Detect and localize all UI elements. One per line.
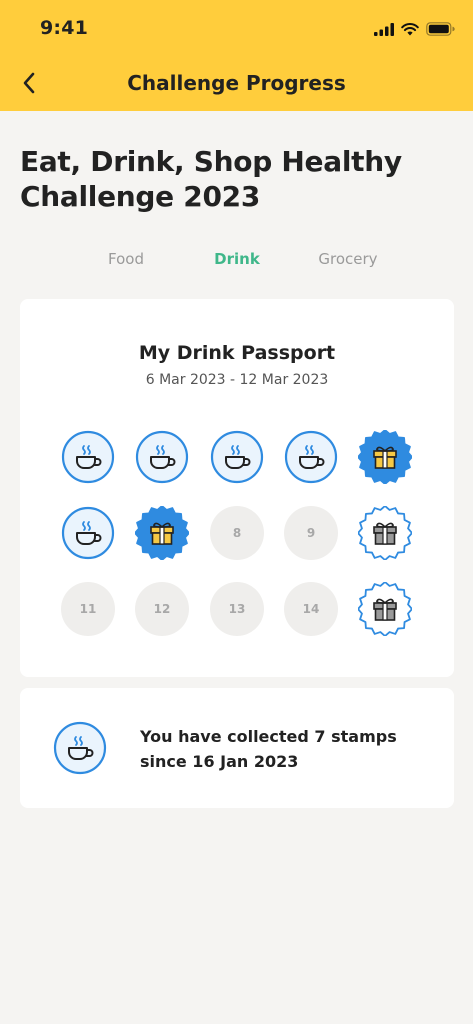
signal-icon: [374, 22, 394, 36]
nav-title: Challenge Progress: [127, 71, 346, 95]
passport-date-range: 6 Mar 2023 - 12 Mar 2023: [145, 372, 329, 388]
stamp-number: 12: [153, 602, 171, 616]
status-time: 9:41: [40, 17, 89, 39]
passport-title: My Drink Passport: [138, 342, 336, 364]
tab-drink[interactable]: Drink: [182, 250, 292, 268]
header-bar: 9:41 Challenge Progress: [0, 0, 473, 111]
empty-stamp-slot: 8: [210, 506, 264, 560]
gift-locked-icon: [358, 506, 412, 560]
wifi-icon: [401, 22, 419, 35]
cup-stamp-icon: [135, 430, 189, 484]
tab-food[interactable]: Food: [71, 250, 181, 268]
empty-stamp-slot: 13: [210, 582, 264, 636]
stamp-summary-card: You have collected 7 stamps since 16 Jan…: [20, 688, 454, 808]
cup-stamp-icon: [53, 721, 107, 775]
stamp-number: 14: [302, 602, 320, 616]
gift-earned-icon: [135, 506, 189, 560]
empty-stamp-slot: 9: [284, 506, 338, 560]
empty-stamp-slot: 11: [61, 582, 115, 636]
cup-stamp-icon: [284, 430, 338, 484]
stamp-number: 9: [306, 526, 316, 540]
page-title: Eat, Drink, Shop Healthy Challenge 2023: [20, 145, 402, 213]
stamp-summary-text: You have collected 7 stamps since 16 Jan…: [140, 727, 397, 771]
gift-earned-icon: [358, 430, 412, 484]
stamp-number: 13: [228, 602, 246, 616]
cup-stamp-icon: [210, 430, 264, 484]
gift-locked-icon: [358, 582, 412, 636]
status-icons: [374, 20, 455, 38]
stamp-number: 8: [232, 526, 242, 540]
cup-stamp-icon: [61, 506, 115, 560]
stamp-number: 11: [79, 602, 97, 616]
nav-bar: Challenge Progress: [0, 58, 473, 108]
empty-stamp-slot: 14: [284, 582, 338, 636]
tab-bar: Food Drink Grocery: [0, 250, 473, 274]
tab-grocery[interactable]: Grocery: [293, 250, 403, 268]
drink-passport-card: My Drink Passport 6 Mar 2023 - 12 Mar 20…: [20, 299, 454, 677]
status-bar: 9:41: [0, 0, 473, 56]
battery-icon: [426, 22, 455, 36]
cup-stamp-icon: [61, 430, 115, 484]
empty-stamp-slot: 12: [135, 582, 189, 636]
